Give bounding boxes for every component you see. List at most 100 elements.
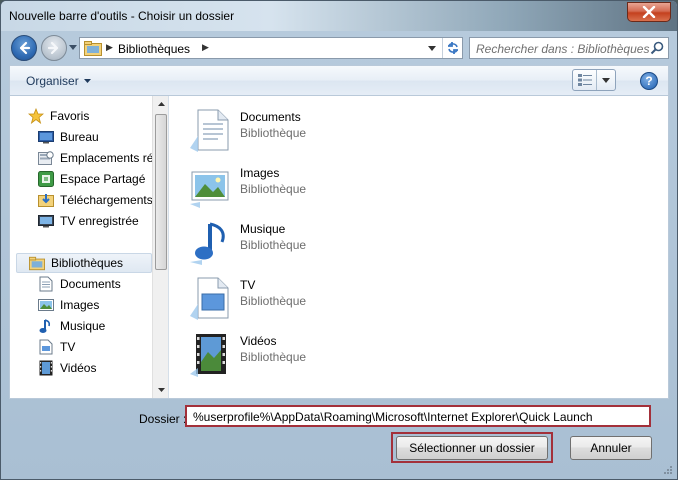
library-name: Documents [240,110,301,124]
library-documents[interactable]: Documents Bibliothèque [188,106,448,156]
search-placeholder: Rechercher dans : Bibliothèques [476,42,650,56]
nav-item-tv[interactable]: TV [38,337,75,357]
chevron-down-icon [69,45,77,50]
nav-item-label: Images [60,298,100,312]
chevron-down-icon [602,77,610,83]
nav-libraries-label: Bibliothèques [51,256,124,270]
nav-item-label: Téléchargements [60,193,152,207]
nav-item-label: TV enregistrée [60,214,139,228]
nav-item-label: Musique [60,319,106,333]
nav-item-label: Vidéos [60,361,97,375]
folder-label: Dossier : [139,412,187,426]
help-button[interactable]: ? [640,72,658,90]
window-title: Nouvelle barre d'outils - Choisir un dos… [9,9,235,23]
resize-grip-icon[interactable] [663,465,673,475]
recorded-tv-icon [38,213,54,229]
scroll-down-arrow[interactable] [153,382,169,398]
view-details-icon [577,74,592,86]
library-tv[interactable]: TV Bibliothèque [188,274,448,324]
cancel-button[interactable]: Annuler [570,436,652,460]
scrollbar-thumb[interactable] [155,114,167,270]
address-row: ▶ Bibliothèques ▶ Rechercher dans : Bibl… [1,31,677,63]
nav-item-bureau[interactable]: Bureau [38,127,99,147]
scroll-up-arrow[interactable] [153,96,169,112]
nav-item-label: Emplacements ré [60,151,152,165]
browser-content: Favoris Bureau Emplacements ré Espace Pa… [9,95,669,399]
desktop-icon [38,129,54,145]
nav-item-images[interactable]: Images [38,295,99,315]
library-type: Bibliothèque [240,294,307,308]
music-library-icon [190,222,225,265]
organise-menu[interactable]: Organiser [26,74,91,88]
library-type: Bibliothèque [240,126,307,140]
back-button[interactable] [11,35,37,61]
library-images[interactable]: Images Bibliothèque [188,162,448,212]
star-icon [28,108,44,124]
nav-item-label: Documents [60,277,121,291]
title-bar: Nouvelle barre d'outils - Choisir un dos… [1,1,677,31]
nav-libraries[interactable]: Bibliothèques [16,253,152,273]
nav-item-recent-places[interactable]: Emplacements ré [38,148,152,168]
search-input[interactable]: Rechercher dans : Bibliothèques [469,37,669,59]
change-view-button[interactable] [572,69,616,91]
nav-favorites[interactable]: Favoris [28,106,89,126]
refresh-button[interactable] [442,38,462,58]
command-bar: Organiser ? [9,65,669,95]
library-type: Bibliothèque [240,182,307,196]
tv-library-icon [190,277,229,320]
forward-button[interactable] [41,35,67,61]
nav-item-label: Espace Partagé [60,172,146,186]
view-options-dropdown[interactable] [597,70,615,90]
library-music[interactable]: Musique Bibliothèque [188,218,448,268]
videos-library-icon [38,360,54,376]
documents-library-icon [190,109,229,152]
nav-item-videos[interactable]: Vidéos [38,358,96,378]
library-folder-icon [29,255,45,271]
recent-places-icon [38,150,54,166]
nav-item-label: Bureau [60,130,99,144]
library-name: Vidéos [240,334,277,348]
arrow-right-icon [47,41,59,55]
pictures-library-icon [190,171,229,208]
recent-pages-dropdown[interactable] [69,44,77,52]
chevron-up-icon [157,102,165,106]
select-folder-button[interactable]: Sélectionner un dossier [396,436,548,460]
nav-item-documents[interactable]: Documents [38,274,121,294]
library-videos[interactable]: Vidéos Bibliothèque [188,330,448,380]
nav-item-music[interactable]: Musique [38,316,105,336]
nav-favorites-label: Favoris [50,109,90,123]
shared-space-icon [38,171,54,187]
library-type: Bibliothèque [240,350,307,364]
address-history-dropdown[interactable] [422,38,442,58]
dialog-window: Nouvelle barre d'outils - Choisir un dos… [0,0,678,480]
navigation-scrollbar[interactable] [152,96,168,398]
pictures-library-icon [38,297,54,313]
navigation-pane: Favoris Bureau Emplacements ré Espace Pa… [10,96,152,398]
library-folder-icon [84,41,102,56]
organise-label: Organiser [26,74,79,88]
chevron-down-icon [157,388,165,392]
breadcrumb-separator[interactable]: ▶ [106,42,113,53]
close-icon [642,6,656,18]
videos-library-icon [190,334,226,377]
documents-library-icon [38,276,54,292]
nav-item-downloads[interactable]: Téléchargements [38,190,152,210]
breadcrumb-separator[interactable]: ▶ [202,42,209,53]
library-name: Images [240,166,280,180]
chevron-down-icon [428,45,436,51]
pane-splitter[interactable] [168,96,169,398]
help-icon: ? [645,74,653,88]
nav-item-shared-space[interactable]: Espace Partagé [38,169,145,189]
music-note-icon [38,318,54,334]
search-icon[interactable] [650,41,664,55]
close-button[interactable] [627,2,671,22]
library-name: TV [240,278,256,292]
nav-item-recorded-tv[interactable]: TV enregistrée [38,211,139,231]
tv-library-icon [38,339,54,355]
library-name: Musique [240,222,286,236]
address-bar[interactable]: ▶ Bibliothèques ▶ [79,37,463,59]
downloads-folder-icon [38,192,54,208]
folder-path-field[interactable]: %userprofile%\AppData\Roaming\Microsoft\… [185,405,651,427]
breadcrumb-libraries[interactable]: Bibliothèques [118,42,190,56]
chevron-down-icon [83,78,91,83]
